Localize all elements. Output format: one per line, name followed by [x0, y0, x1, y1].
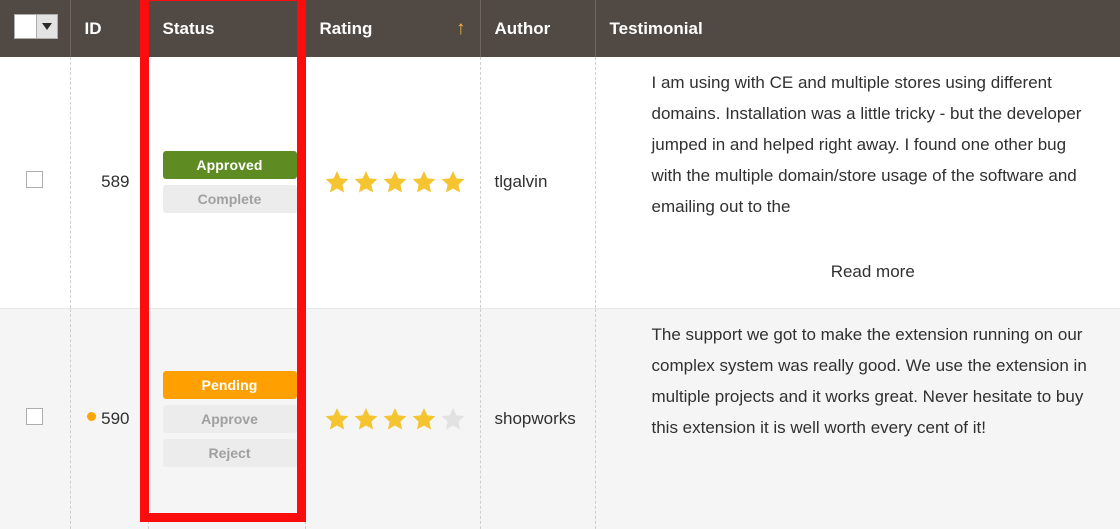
column-header-rating-label: Rating: [319, 18, 373, 38]
status-badge: Approved: [162, 151, 297, 180]
row-checkbox[interactable]: [26, 171, 44, 189]
row-rating-cell: [305, 307, 481, 529]
star-filled-icon: [325, 407, 348, 430]
star-filled-icon: [383, 407, 406, 430]
row-testimonial-cell: The support we got to make the extension…: [595, 307, 1120, 529]
row-author-value: tlgalvin: [494, 172, 548, 192]
select-all-control[interactable]: [14, 14, 58, 39]
row-select-cell[interactable]: [0, 57, 71, 308]
row-author-cell: tlgalvin: [480, 57, 596, 308]
row-testimonial-cell: I am using with CE and multiple stores u…: [595, 57, 1120, 308]
row-status-cell: Approved Complete: [148, 57, 306, 308]
star-empty-icon: [441, 407, 464, 430]
star-filled-icon: [325, 171, 348, 193]
column-header-testimonial-label: Testimonial: [609, 18, 703, 38]
star-filled-icon: [441, 171, 464, 193]
table-body: 589 Approved Complete tlgalvin I am usin…: [0, 57, 1120, 529]
row-author-cell: shopworks: [480, 307, 596, 529]
column-header-id-label: ID: [84, 18, 102, 38]
column-header-select-all[interactable]: [0, 0, 71, 57]
star-filled-icon: [354, 407, 377, 430]
select-all-checkbox-icon[interactable]: [15, 15, 36, 38]
table-row[interactable]: 590 Pending Approve Reject shopworks The…: [0, 307, 1120, 529]
row-status-cell: Pending Approve Reject: [148, 307, 306, 529]
approve-action-button[interactable]: Approve: [162, 404, 297, 433]
testimonial-text: I am using with CE and multiple stores u…: [651, 73, 1082, 216]
row-id-value: 589: [101, 172, 130, 192]
sort-ascending-icon[interactable]: ↑: [456, 19, 466, 38]
row-id-cell: 590: [70, 307, 149, 529]
star-filled-icon: [412, 171, 435, 193]
column-header-id[interactable]: ID: [70, 0, 149, 57]
status-badge: Pending: [162, 370, 297, 399]
table-row[interactable]: 589 Approved Complete tlgalvin I am usin…: [0, 57, 1120, 308]
row-rating-cell: [305, 57, 481, 308]
testimonial-text: The support we got to make the extension…: [651, 324, 1087, 437]
column-header-author-label: Author: [494, 18, 551, 38]
testimonials-table: ID Status Rating ↑ Author Testimonial 58…: [0, 0, 1120, 529]
table-header: ID Status Rating ↑ Author Testimonial: [0, 0, 1120, 57]
complete-action-button[interactable]: Complete: [162, 185, 297, 214]
row-checkbox[interactable]: [26, 407, 44, 425]
column-header-rating[interactable]: Rating ↑: [305, 0, 481, 57]
testimonials-grid-page: ID Status Rating ↑ Author Testimonial 58…: [0, 0, 1120, 529]
column-header-testimonial[interactable]: Testimonial: [595, 0, 1120, 57]
row-author-value: shopworks: [494, 408, 576, 428]
column-header-author[interactable]: Author: [480, 0, 596, 57]
column-header-status-label: Status: [162, 18, 215, 38]
column-header-status[interactable]: Status: [148, 0, 306, 57]
table-header-row: ID Status Rating ↑ Author Testimonial: [0, 0, 1120, 57]
row-id-value: 590: [101, 408, 130, 428]
reject-action-button[interactable]: Reject: [162, 438, 297, 467]
star-filled-icon: [412, 407, 435, 430]
star-filled-icon: [354, 171, 377, 193]
chevron-down-icon: [41, 23, 52, 30]
star-filled-icon: [383, 171, 406, 193]
star-rating: [324, 406, 480, 432]
status-stack: Pending Approve Reject: [162, 370, 297, 467]
read-more-link[interactable]: Read more: [652, 262, 1095, 282]
unread-status-dot-icon: [87, 411, 97, 421]
status-stack: Approved Complete: [162, 151, 297, 214]
select-all-dropdown-button[interactable]: [35, 15, 57, 38]
row-id-cell: 589: [70, 57, 149, 308]
star-rating: [324, 169, 480, 195]
row-select-cell[interactable]: [0, 307, 71, 529]
